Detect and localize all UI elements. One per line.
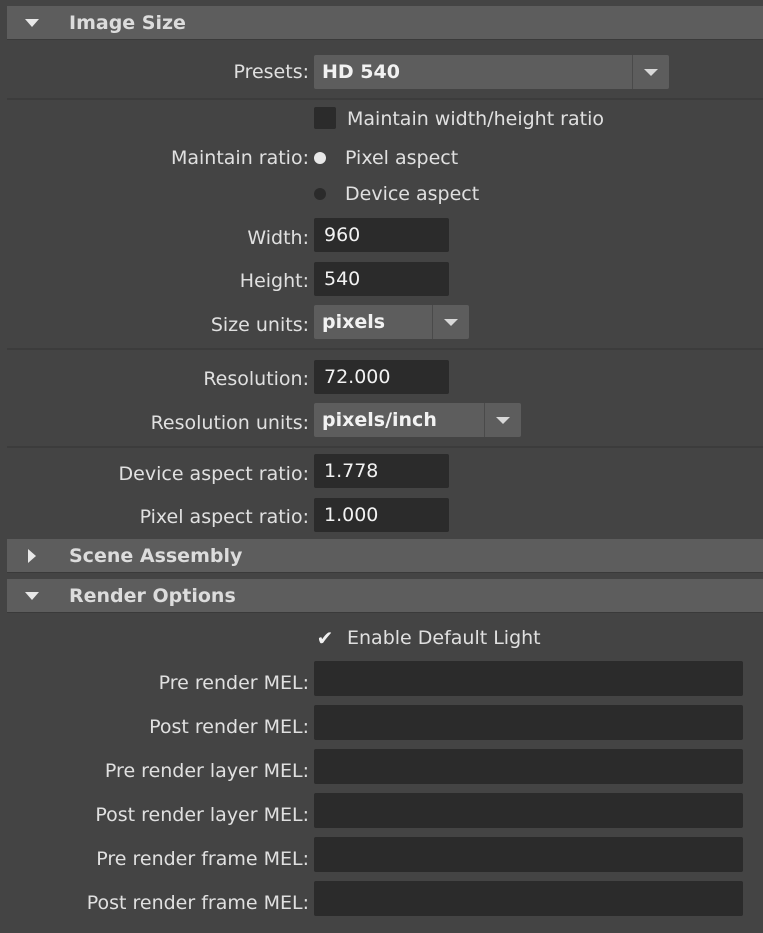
- resolution-units-value: pixels/inch: [322, 409, 437, 431]
- pre-render-mel-label: Pre render MEL:: [158, 672, 309, 694]
- presets-value: HD 540: [322, 61, 400, 83]
- resolution-units-dropdown[interactable]: pixels/inch: [314, 403, 521, 437]
- post-render-layer-mel-input[interactable]: [314, 793, 743, 828]
- divider: [7, 348, 763, 350]
- divider: [7, 98, 763, 100]
- height-input[interactable]: 540: [314, 262, 449, 296]
- pixel-aspect-ratio-input[interactable]: 1.000: [314, 498, 449, 532]
- divider: [7, 446, 763, 448]
- device-aspect-radio[interactable]: [314, 188, 326, 200]
- pixel-aspect-radio[interactable]: [314, 152, 326, 164]
- pre-render-frame-mel-input[interactable]: [314, 837, 743, 872]
- resolution-units-label: Resolution units:: [150, 412, 309, 434]
- scene-assembly-header[interactable]: Scene Assembly: [7, 539, 763, 573]
- pre-render-frame-mel-label: Pre render frame MEL:: [96, 848, 309, 870]
- scene-assembly-title: Scene Assembly: [69, 545, 243, 567]
- pre-render-layer-mel-label: Pre render layer MEL:: [104, 760, 309, 782]
- render-options-header[interactable]: Render Options: [7, 579, 763, 613]
- device-aspect-ratio-label: Device aspect ratio:: [118, 463, 309, 485]
- enable-default-light-label: Enable Default Light: [347, 627, 541, 649]
- chevron-down-icon: [484, 403, 521, 437]
- pre-render-mel-input[interactable]: [314, 661, 743, 696]
- pixel-aspect-ratio-label: Pixel aspect ratio:: [139, 506, 309, 528]
- post-render-frame-mel-input[interactable]: [314, 881, 743, 916]
- maintain-wh-ratio-label: Maintain width/height ratio: [347, 108, 604, 130]
- render-settings-panel: Image Size Presets: HD 540 Maintain widt…: [7, 6, 763, 933]
- width-input[interactable]: 960: [314, 218, 449, 252]
- device-aspect-ratio-input[interactable]: 1.778: [314, 454, 449, 488]
- chevron-down-icon: [632, 55, 669, 89]
- maintain-wh-ratio-checkbox[interactable]: [314, 107, 336, 129]
- height-label: Height:: [239, 270, 309, 292]
- size-units-dropdown[interactable]: pixels: [314, 305, 469, 339]
- presets-label: Presets:: [233, 61, 309, 83]
- render-options-title: Render Options: [69, 585, 236, 607]
- chevron-down-icon: [432, 305, 469, 339]
- checkmark-icon: ✔: [316, 626, 334, 650]
- expand-arrow-icon[interactable]: [21, 539, 43, 573]
- collapse-arrow-icon[interactable]: [21, 6, 43, 40]
- maintain-ratio-label: Maintain ratio:: [170, 147, 309, 169]
- enable-default-light-checkbox[interactable]: ✔: [314, 627, 336, 649]
- post-render-mel-input[interactable]: [314, 705, 743, 740]
- size-units-label: Size units:: [210, 314, 309, 336]
- post-render-layer-mel-label: Post render layer MEL:: [95, 804, 309, 826]
- size-units-value: pixels: [322, 311, 386, 333]
- image-size-header[interactable]: Image Size: [7, 6, 763, 40]
- pre-render-layer-mel-input[interactable]: [314, 749, 743, 784]
- presets-dropdown[interactable]: HD 540: [314, 55, 669, 89]
- pixel-aspect-label: Pixel aspect: [345, 147, 459, 169]
- post-render-frame-mel-label: Post render frame MEL:: [86, 892, 309, 914]
- post-render-mel-label: Post render MEL:: [149, 716, 309, 738]
- device-aspect-label: Device aspect: [345, 183, 480, 205]
- width-label: Width:: [247, 227, 309, 249]
- resolution-input[interactable]: 72.000: [314, 360, 449, 394]
- collapse-arrow-icon[interactable]: [21, 579, 43, 613]
- image-size-title: Image Size: [69, 12, 186, 34]
- resolution-label: Resolution:: [203, 368, 309, 390]
